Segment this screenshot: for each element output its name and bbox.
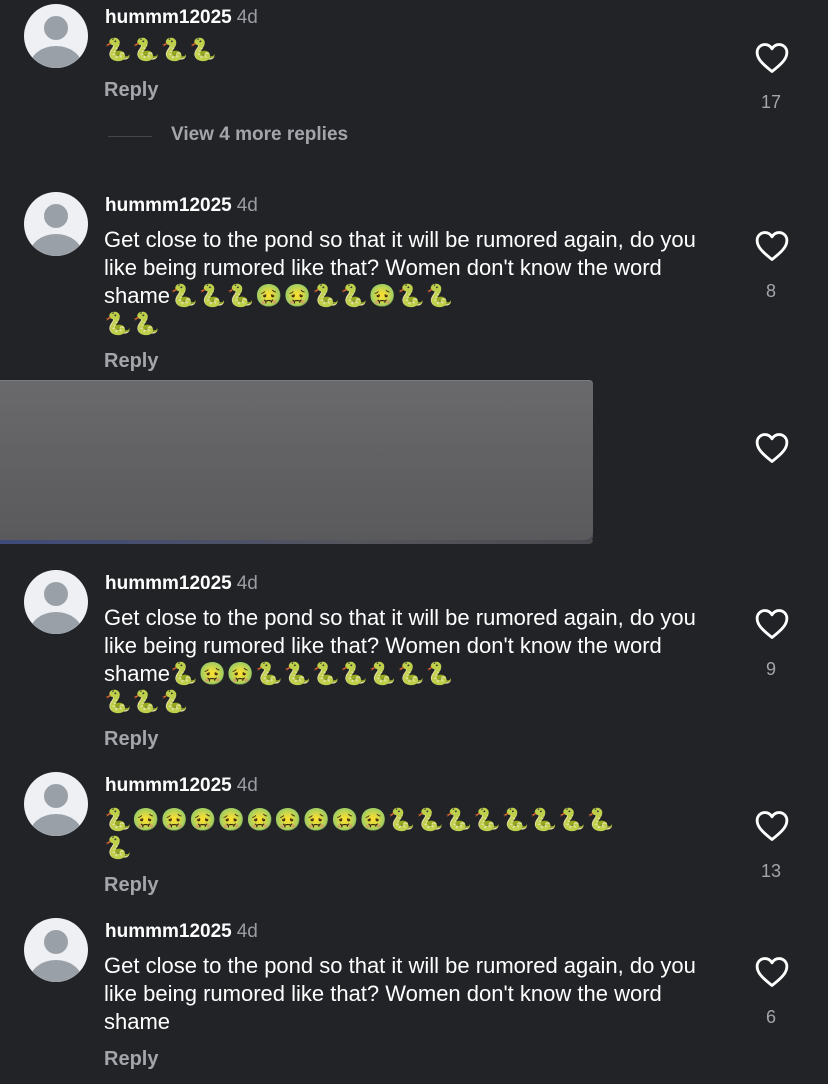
comment-header: hummm12025 4d [105, 194, 258, 218]
like-button[interactable] [752, 432, 792, 464]
reply-button[interactable]: Reply [104, 874, 158, 897]
like-count: 9 [765, 659, 776, 679]
timestamp: 4d [236, 921, 258, 942]
comment-body: 🐍🐍🐍🐍 [104, 36, 724, 64]
like-count: 13 [760, 861, 782, 881]
heart-outline-icon [755, 811, 789, 841]
timestamp: 4d [236, 775, 258, 796]
comment-header: hummm12025 4d [105, 6, 258, 30]
timestamp: 4d [236, 573, 258, 594]
avatar[interactable] [24, 192, 88, 256]
comment-header: hummm12025 4d [105, 774, 258, 798]
emoji-text: 🐍🐍🐍🤢🤢🐍🐍🤢🐍🐍 [170, 283, 454, 308]
comment-header: hummm12025 4d [105, 572, 258, 596]
emoji-text-2: 🐍🐍🐍 [104, 689, 190, 714]
redacted-comment-block [0, 380, 593, 544]
reply-button[interactable]: Reply [104, 728, 158, 751]
comment-body: Get close to the pond so that it will be… [104, 226, 724, 338]
avatar[interactable] [24, 772, 88, 836]
reply-button[interactable]: Reply [104, 350, 158, 373]
like-button[interactable] [752, 956, 792, 988]
comment-body: Get close to the pond so that it will be… [104, 952, 724, 1036]
comment-body: 🐍🤢🤢🤢🤢🤢🤢🤢🤢🤢🐍🐍🐍🐍🐍🐍🐍🐍 🐍 [104, 806, 724, 862]
like-count: 6 [765, 1007, 776, 1027]
timestamp: 4d [236, 7, 258, 28]
username[interactable]: hummm12025 [105, 921, 232, 942]
heart-outline-icon [755, 43, 789, 73]
emoji-text-2: 🐍🐍 [104, 311, 161, 336]
emoji-text: 🐍🤢🤢🐍🐍🐍🐍🐍🐍🐍 [170, 661, 454, 686]
heart-outline-icon [755, 433, 789, 463]
username[interactable]: hummm12025 [105, 195, 232, 216]
username[interactable]: hummm12025 [105, 775, 232, 796]
comment-body: Get close to the pond so that it will be… [104, 604, 724, 716]
view-more-replies-label[interactable]: View 4 more replies [171, 124, 348, 146]
like-button[interactable] [752, 810, 792, 842]
timestamp: 4d [236, 195, 258, 216]
heart-outline-icon [755, 957, 789, 987]
like-button[interactable] [752, 42, 792, 74]
avatar[interactable] [24, 4, 88, 68]
like-button[interactable] [752, 230, 792, 262]
comment-text: Get close to the pond so that it will be… [104, 953, 696, 1034]
emoji-text: 🐍🐍🐍🐍 [104, 37, 218, 62]
username[interactable]: hummm12025 [105, 573, 232, 594]
heart-outline-icon [755, 609, 789, 639]
emoji-text-2: 🐍 [104, 835, 133, 860]
reply-button[interactable]: Reply [104, 79, 158, 102]
like-count: 17 [760, 92, 782, 112]
like-button[interactable] [752, 608, 792, 640]
divider [108, 136, 152, 137]
comment-header: hummm12025 4d [105, 920, 258, 944]
like-count: 8 [765, 281, 776, 301]
avatar[interactable] [24, 570, 88, 634]
username[interactable]: hummm12025 [105, 7, 232, 28]
reply-button[interactable]: Reply [104, 1048, 158, 1071]
avatar[interactable] [24, 918, 88, 982]
heart-outline-icon [755, 231, 789, 261]
emoji-text: 🐍🤢🤢🤢🤢🤢🤢🤢🤢🤢🐍🐍🐍🐍🐍🐍🐍🐍 [104, 807, 616, 832]
